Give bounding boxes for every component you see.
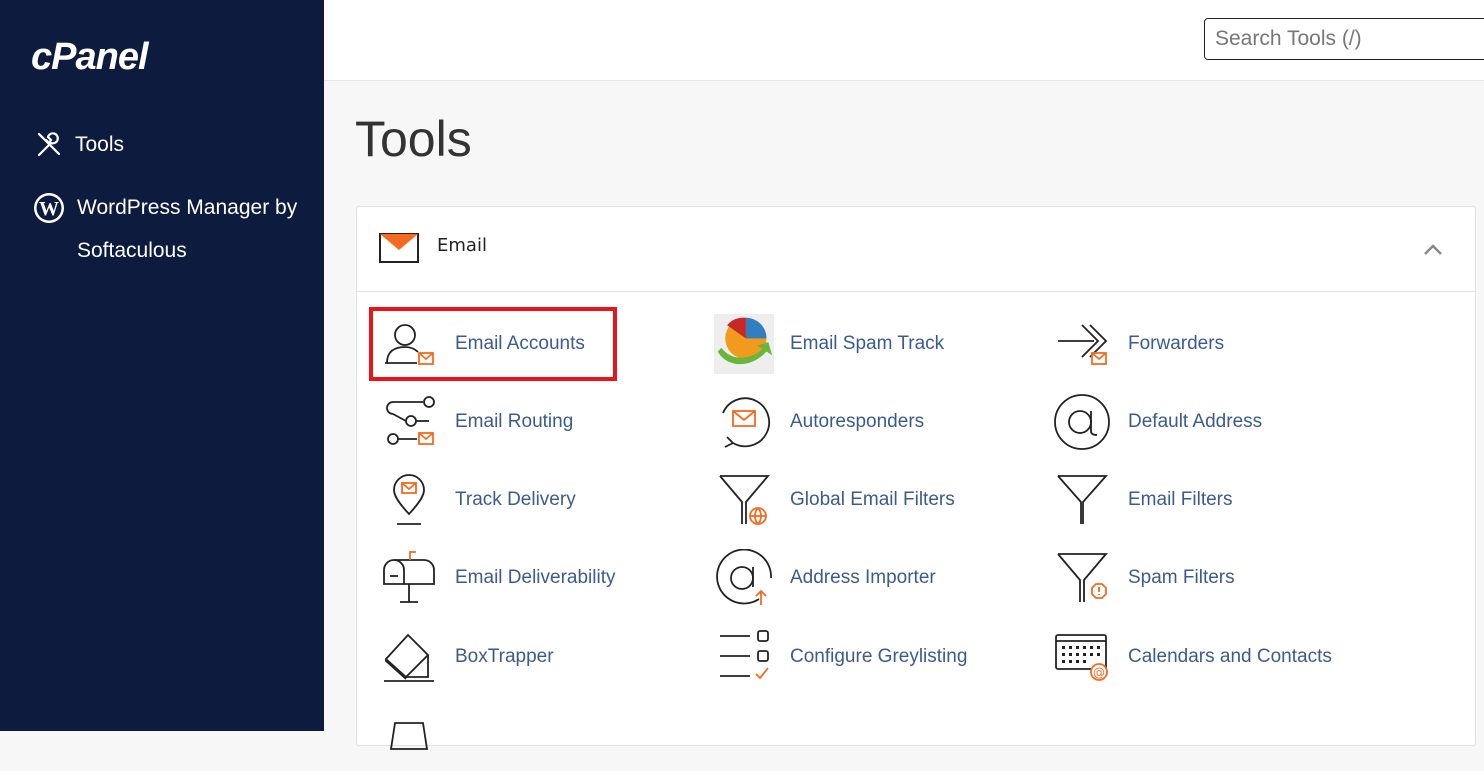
tool-label: Email Routing: [455, 411, 574, 432]
tool-label: Calendars and Contacts: [1128, 646, 1332, 667]
cpanel-logo[interactable]: cPanel: [31, 36, 149, 79]
forwarders-icon: [1052, 314, 1112, 374]
sidebar: cPanel Tools W WordPress Manager by Soft…: [0, 0, 324, 731]
tool-forwarders[interactable]: Forwarders: [1052, 309, 1224, 379]
email-routing-icon: [379, 392, 439, 452]
sidebar-item-tools[interactable]: Tools: [33, 123, 124, 166]
tool-email-filters[interactable]: Email Filters: [1052, 465, 1233, 535]
sidebar-item-label: Tools: [75, 133, 125, 156]
tool-email-disk-usage[interactable]: [379, 701, 439, 771]
tool-label: Email Deliverability: [455, 567, 616, 588]
greylisting-icon: [714, 627, 774, 687]
tool-label: Global Email Filters: [790, 489, 955, 510]
tool-boxtrapper[interactable]: BoxTrapper: [379, 622, 554, 692]
address-importer-icon: [714, 548, 774, 608]
email-section-panel: Email Email Accounts Email Spam Track Fo…: [356, 206, 1476, 750]
tool-label: Autoresponders: [790, 411, 925, 432]
email-section-header[interactable]: Email: [357, 207, 1475, 292]
tool-label: Forwarders: [1128, 333, 1225, 354]
disk-usage-icon: [379, 706, 439, 766]
tool-label: Track Delivery: [455, 489, 576, 510]
envelope-icon: [379, 233, 419, 267]
tool-autoresponders[interactable]: Autoresponders: [714, 387, 924, 457]
tool-spam-filters[interactable]: Spam Filters: [1052, 543, 1235, 613]
tool-label: Default Address: [1128, 411, 1263, 432]
tool-email-accounts[interactable]: Email Accounts: [379, 309, 585, 379]
tool-label: Email Spam Track: [790, 333, 945, 354]
tool-global-email-filters[interactable]: Global Email Filters: [714, 465, 955, 535]
mailbox-icon: [379, 548, 439, 608]
boxtrapper-icon: [379, 627, 439, 687]
tool-label: Spam Filters: [1128, 567, 1235, 588]
global-filters-icon: [714, 470, 774, 530]
page-title: Tools: [355, 111, 472, 167]
sidebar-item-label: WordPress Manager by Softaculous: [77, 196, 298, 262]
chevron-up-icon[interactable]: [1423, 241, 1443, 260]
search-input[interactable]: [1204, 18, 1484, 60]
tools-icon: [33, 129, 65, 161]
tool-label: Address Importer: [790, 567, 936, 588]
section-title: Email: [437, 235, 487, 256]
email-filters-icon: [1052, 470, 1112, 530]
spam-filters-icon: [1052, 548, 1112, 608]
tool-email-deliverability[interactable]: Email Deliverability: [379, 543, 616, 613]
tool-label: BoxTrapper: [455, 646, 554, 667]
sidebar-item-wordpress-manager[interactable]: W WordPress Manager by Softaculous: [33, 186, 303, 272]
tool-address-importer[interactable]: Address Importer: [714, 543, 936, 613]
email-accounts-icon: [379, 314, 439, 374]
tool-email-routing[interactable]: Email Routing: [379, 387, 573, 457]
track-delivery-icon: [379, 470, 439, 530]
tool-default-address[interactable]: Default Address: [1052, 387, 1262, 457]
calendar-icon: @: [1052, 627, 1112, 687]
tool-label: Email Filters: [1128, 489, 1233, 510]
tool-configure-greylisting[interactable]: Configure Greylisting: [714, 622, 967, 692]
svg-text:@: @: [1093, 666, 1105, 680]
default-address-icon: [1052, 392, 1112, 452]
autoresponders-icon: [714, 392, 774, 452]
spam-track-icon: [714, 314, 774, 374]
tool-label: Configure Greylisting: [790, 646, 968, 667]
svg-text:W: W: [39, 198, 59, 220]
tool-label: Email Accounts: [455, 333, 585, 354]
tool-calendars-and-contacts[interactable]: @ Calendars and Contacts: [1052, 622, 1332, 692]
top-bar: [324, 0, 1484, 81]
tool-email-spam-track[interactable]: Email Spam Track: [714, 309, 944, 379]
tool-track-delivery[interactable]: Track Delivery: [379, 465, 576, 535]
wordpress-icon: W: [33, 192, 65, 224]
